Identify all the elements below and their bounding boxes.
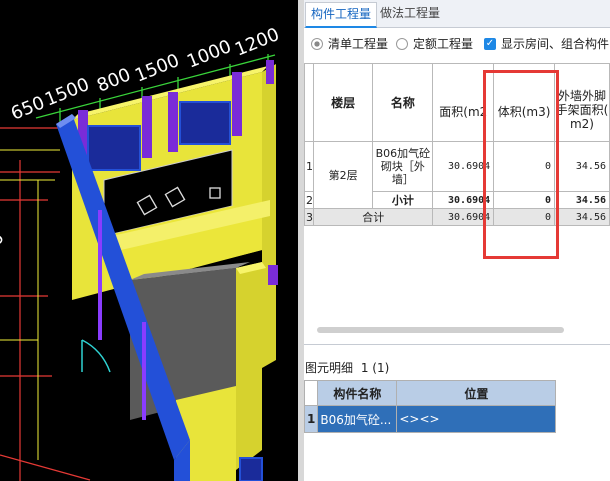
- detail-corner-cell: [303, 380, 319, 406]
- quantity-panel: 构件工程量 做法工程量 清单工程量 定额工程量 ✓ 显示房间、组合构件 楼层 名…: [303, 0, 610, 481]
- quantity-table: 楼层 名称 面积(m2 体积(m3) 外墙外脚 手架面积( m2) 1 第2层 …: [304, 63, 610, 226]
- header-scaffold[interactable]: 外墙外脚 手架面积( m2): [554, 63, 610, 142]
- radio-list-label: 清单工程量: [328, 37, 389, 51]
- cell-scaffold: 34.56: [554, 141, 610, 192]
- plan-outline-lines: [0, 149, 60, 460]
- detail-title: 图元明细 1 (1): [305, 359, 389, 376]
- cell-scaffold: 34.56: [554, 191, 610, 209]
- bottom-window: [239, 457, 263, 481]
- detail-cell-name[interactable]: B06加气砼...: [317, 405, 398, 433]
- section-divider: [304, 344, 610, 345]
- detail-header-position[interactable]: 位置: [396, 380, 557, 406]
- detail-row-selected[interactable]: 1 B06加气砼... <><>: [303, 405, 557, 433]
- dim-label: 000: [0, 230, 8, 269]
- header-scaffold-line: m2): [569, 116, 594, 131]
- show-rooms-label: 显示房间、组合构件: [501, 37, 610, 51]
- dim-label: 650: [8, 92, 48, 124]
- checkmark-icon: ✓: [484, 37, 496, 50]
- options-bar: 清单工程量 定额工程量 ✓ 显示房间、组合构件: [304, 33, 610, 55]
- header-name[interactable]: 名称: [372, 63, 434, 142]
- lower-right-wall: [236, 262, 262, 470]
- detail-count: 1 (1): [360, 361, 390, 375]
- show-rooms-checkbox[interactable]: ✓ 显示房间、组合构件: [484, 35, 609, 52]
- building-model-drawing: 650 1500 800 1500 1000 1200 000 50: [0, 24, 282, 481]
- cell-scaffold: 34.56: [554, 208, 610, 226]
- detail-table: 构件名称 位置 1 B06加气砼... <><>: [303, 380, 557, 433]
- radio-quota-quantity[interactable]: 定额工程量: [396, 35, 473, 52]
- row-number-header: [304, 63, 314, 142]
- radio-list-quantity[interactable]: 清单工程量: [311, 35, 388, 52]
- row-number: 3: [304, 208, 314, 226]
- dim-label: 800: [94, 64, 134, 96]
- radio-icon: [396, 37, 408, 50]
- cell-total-label: 合计: [312, 208, 434, 226]
- row-number: 2: [304, 191, 314, 209]
- detail-header-row: 构件名称 位置: [303, 380, 557, 406]
- row-number: 1: [304, 141, 314, 192]
- cell-name: B06加气砼砌块［外墙］: [372, 141, 434, 192]
- table-row-total[interactable]: 3 合计 30.6904 0 34.56: [304, 208, 610, 226]
- radio-icon: [311, 37, 323, 50]
- header-scaffold-line: 外墙外脚: [557, 88, 606, 103]
- detail-title-label: 图元明细: [305, 361, 354, 375]
- cell-floor: 第2层: [312, 141, 374, 209]
- tab-method-quantity[interactable]: 做法工程量: [375, 2, 445, 25]
- table-header-row: 楼层 名称 面积(m2 体积(m3) 外墙外脚 手架面积( m2): [304, 63, 610, 142]
- horizontal-scrollbar[interactable]: [317, 327, 564, 333]
- header-scaffold-line: 手架面积(: [555, 102, 609, 117]
- row-number: 1: [303, 405, 319, 433]
- door-swing-arc: [81, 339, 111, 373]
- detail-cell-position[interactable]: <><>: [396, 405, 557, 433]
- header-floor[interactable]: 楼层: [312, 63, 374, 142]
- cell-subtotal-label: 小计: [372, 191, 434, 209]
- tab-bar: 构件工程量 做法工程量: [304, 0, 610, 28]
- radio-quota-label: 定额工程量: [413, 37, 474, 51]
- red-highlight-box: [483, 70, 559, 259]
- tab-component-quantity[interactable]: 构件工程量: [305, 2, 378, 28]
- detail-header-name[interactable]: 构件名称: [317, 380, 398, 406]
- table-row[interactable]: 1 第2层 B06加气砼砌块［外墙］ 30.6904 0 34.56: [304, 141, 610, 209]
- cad-3d-viewport[interactable]: 650 1500 800 1500 1000 1200 000 50: [0, 0, 303, 481]
